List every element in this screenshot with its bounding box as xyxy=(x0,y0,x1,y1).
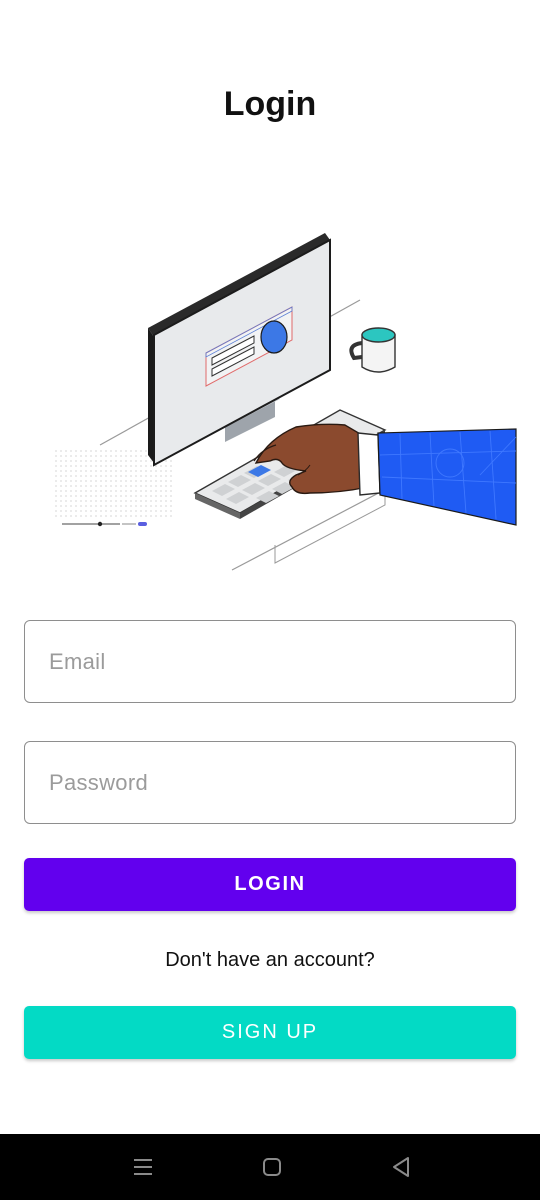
account-prompt-text: Don't have an account? xyxy=(165,949,375,971)
system-navigation-bar xyxy=(0,1134,540,1200)
menu-icon[interactable] xyxy=(130,1154,156,1180)
sign-up-button[interactable]: SIGN UP xyxy=(24,1006,516,1059)
email-input[interactable] xyxy=(25,621,515,702)
computer-login-illustration-icon xyxy=(52,233,517,571)
password-input[interactable] xyxy=(25,742,515,823)
home-icon[interactable] xyxy=(259,1154,285,1180)
password-field[interactable] xyxy=(24,741,516,824)
email-field[interactable] xyxy=(24,620,516,703)
page-title: Login xyxy=(223,85,317,123)
back-icon[interactable] xyxy=(388,1154,414,1180)
login-button[interactable]: LOGIN xyxy=(24,858,516,911)
